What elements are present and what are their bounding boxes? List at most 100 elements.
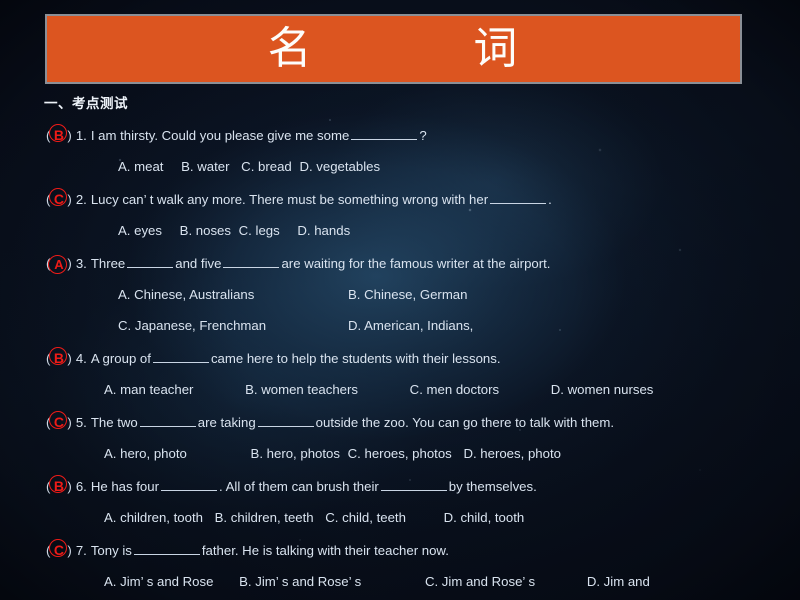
question-stem: ( B ) 4. A group of came here to help th…: [0, 344, 800, 374]
answer-mark: C: [49, 411, 68, 429]
question-stem: ( B ) 1. I am thirsty. Could you please …: [0, 121, 800, 151]
question-number: 7.: [75, 543, 87, 558]
option-c[interactable]: C. Jim and Rose’ s: [425, 566, 535, 597]
question-item: ( C ) 2. Lucy can’ t walk any more. Ther…: [0, 185, 800, 246]
question-text: He has four: [90, 479, 159, 494]
question-text-mid: and five: [175, 256, 222, 271]
question-options: A. meat B. water C. bread D. vegetables: [0, 151, 800, 182]
option-b[interactable]: B. hero, photos: [251, 438, 340, 469]
question-stem: ( C ) 5. The two are taking outside the …: [0, 408, 800, 438]
paren-right: ): [67, 479, 72, 494]
paren-right: ): [67, 192, 72, 207]
question-number: 5.: [75, 415, 87, 430]
option-a[interactable]: A. hero, photo: [104, 438, 187, 469]
option-d[interactable]: D. hands: [297, 215, 350, 246]
option-b[interactable]: B. children, teeth: [215, 502, 314, 533]
answer-mark: C: [49, 188, 68, 206]
question-item: ( C ) 7. Tony is father. He is talking w…: [0, 536, 800, 600]
question-options: A. hero, photo B. hero, photos C. heroes…: [0, 438, 800, 469]
option-d[interactable]: D. women nurses: [551, 374, 654, 405]
question-item: ( C ) 5. The two are taking outside the …: [0, 408, 800, 469]
question-number: 1.: [75, 128, 87, 143]
question-number: 2.: [75, 192, 87, 207]
question-stem: ( A ) 3. Three and five are waiting for …: [0, 249, 800, 279]
option-b[interactable]: B. water: [181, 151, 229, 182]
question-text-tail: came here to help the students with thei…: [210, 351, 501, 366]
question-stem: ( C ) 7. Tony is father. He is talking w…: [0, 536, 800, 566]
option-d[interactable]: D. vegetables: [299, 151, 380, 182]
option-b[interactable]: B. Jim’ s and Rose’ s: [239, 566, 361, 597]
answer-blank: [490, 190, 547, 204]
option-b[interactable]: B. women teachers: [245, 374, 358, 405]
question-text: I am thirsty. Could you please give me s…: [90, 128, 350, 143]
question-item: ( B ) 4. A group of came here to help th…: [0, 344, 800, 405]
answer-blank: [257, 413, 314, 427]
paren-right: ): [67, 415, 72, 430]
option-d[interactable]: D. American, Indians,: [348, 310, 578, 341]
question-text-tail: ?: [419, 128, 427, 143]
answer-blank: [161, 477, 217, 491]
question-text: Lucy can’ t walk any more. There must be…: [90, 192, 489, 207]
question-options: A. Chinese, Australians B. Chinese, Germ…: [0, 279, 800, 310]
paren-right: ): [67, 256, 72, 271]
question-stem: ( C ) 2. Lucy can’ t walk any more. Ther…: [0, 185, 800, 215]
question-text: Three: [90, 256, 126, 271]
option-c[interactable]: C. men doctors: [410, 374, 499, 405]
question-number: 6.: [75, 479, 87, 494]
answer-blank: [152, 349, 209, 363]
question-text-tail: are waiting for the famous writer at the…: [281, 256, 551, 271]
question-item: ( B ) 6. He has four . All of them can b…: [0, 472, 800, 533]
question-item: ( A ) 3. Three and five are waiting for …: [0, 249, 800, 341]
option-d[interactable]: D. child, tooth: [444, 502, 525, 533]
answer-mark: B: [49, 124, 68, 142]
answer-mark: B: [49, 347, 68, 365]
answer-blank: [380, 477, 447, 491]
answer-blank: [223, 254, 280, 268]
question-number: 3.: [75, 256, 87, 271]
paren-right: ): [67, 543, 72, 558]
option-a[interactable]: A. children, tooth: [104, 502, 203, 533]
slide-canvas: 名 词 一、考点测试 ( B ) 1. I am thirsty. Could …: [0, 0, 800, 600]
option-c[interactable]: C. bread: [241, 151, 292, 182]
question-stem: ( B ) 6. He has four . All of them can b…: [0, 472, 800, 502]
option-a[interactable]: A. Jim’ s and Rose: [104, 566, 213, 597]
option-b[interactable]: B. noses: [180, 215, 231, 246]
question-text: A group of: [90, 351, 151, 366]
option-a[interactable]: A. meat: [118, 151, 163, 182]
paren-right: ): [67, 128, 72, 143]
question-text-tail: .: [548, 192, 552, 207]
option-c[interactable]: C. child, teeth: [325, 502, 406, 533]
paren-right: ): [67, 351, 72, 366]
option-a[interactable]: A. man teacher: [104, 374, 193, 405]
title-banner: 名 词: [45, 14, 742, 84]
question-number: 4.: [75, 351, 87, 366]
answer-blank: [127, 254, 174, 268]
page-title: 名 词: [267, 23, 520, 74]
answer-mark: A: [48, 255, 68, 274]
question-options: C. Japanese, Frenchman D. American, Indi…: [0, 310, 800, 341]
question-options: A. children, tooth B. children, teeth C.…: [0, 502, 800, 533]
answer-blank: [133, 541, 200, 555]
question-text: The two: [90, 415, 138, 430]
question-text-mid: . All of them can brush their: [219, 479, 379, 494]
question-options: A. man teacher B. women teachers C. men …: [0, 374, 800, 405]
question-text-mid: are taking: [197, 415, 256, 430]
option-c[interactable]: C. legs: [239, 215, 280, 246]
option-b[interactable]: B. Chinese, German: [348, 279, 578, 310]
question-options: A. eyes B. noses C. legs D. hands: [0, 215, 800, 246]
option-a[interactable]: A. eyes: [118, 215, 162, 246]
option-d[interactable]: D. Jim and: [587, 566, 650, 597]
question-item: ( B ) 1. I am thirsty. Could you please …: [0, 121, 800, 182]
answer-mark: C: [49, 539, 68, 557]
question-text: Tony is: [90, 543, 132, 558]
answer-mark: B: [49, 475, 68, 493]
slide-content: 一、考点测试 ( B ) 1. I am thirsty. Could you …: [0, 92, 800, 600]
answer-blank: [139, 413, 196, 427]
option-c[interactable]: C. Japanese, Frenchman: [118, 310, 348, 341]
question-text-tail: father. He is talking with their teacher…: [201, 543, 449, 558]
option-d[interactable]: D. heroes, photo: [463, 438, 561, 469]
option-c[interactable]: C. heroes, photos: [348, 438, 452, 469]
question-text-tail: outside the zoo. You can go there to tal…: [315, 415, 615, 430]
question-options: A. Jim’ s and Rose B. Jim’ s and Rose’ s…: [0, 566, 800, 597]
option-a[interactable]: A. Chinese, Australians: [118, 279, 348, 310]
